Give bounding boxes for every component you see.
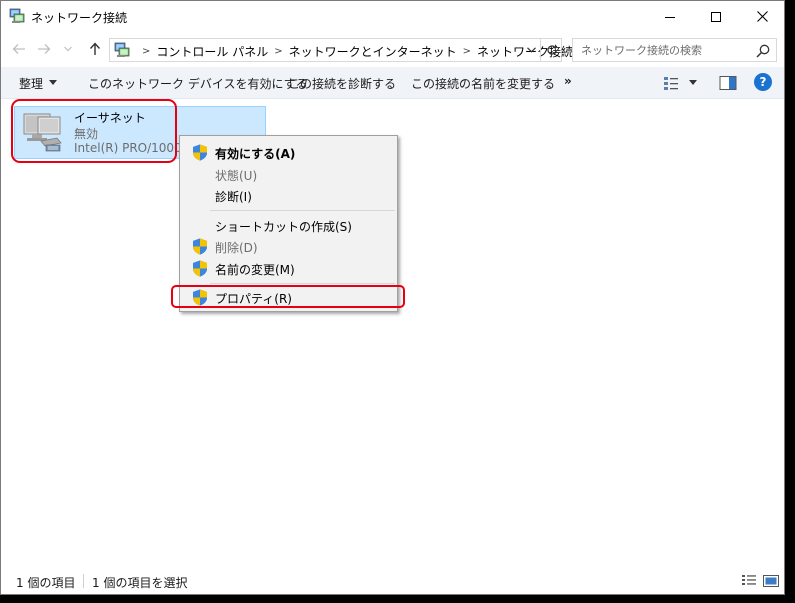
up-button[interactable]	[85, 39, 105, 59]
status-item-count: 1 個の項目	[16, 576, 76, 590]
menu-separator	[210, 283, 395, 284]
chevron-right-icon[interactable]: >	[142, 46, 150, 57]
recent-locations-button[interactable]	[61, 39, 75, 59]
status-selected-count: 1 個の項目を選択	[92, 576, 188, 590]
menu-item-create-shortcut[interactable]: ショートカットの作成(S)	[182, 214, 395, 236]
breadcrumb: > コントロール パネル > ネットワークとインターネット > ネットワーク接続	[136, 43, 573, 60]
diagnose-connection-button[interactable]: この接続を診断する	[288, 75, 396, 92]
menu-item-enable[interactable]: 有効にする(A)	[182, 141, 395, 163]
navigation-bar: > コントロール パネル > ネットワークとインターネット > ネットワーク接続	[1, 34, 784, 64]
minimize-icon	[665, 16, 675, 18]
enable-device-button[interactable]: このネットワーク デバイスを有効にする	[88, 75, 308, 92]
network-connections-icon	[9, 8, 25, 23]
item-status: 無効	[74, 127, 99, 141]
chevron-down-icon	[64, 46, 72, 52]
refresh-icon	[546, 44, 557, 55]
breadcrumb-network-internet[interactable]: ネットワークとインターネット	[289, 43, 457, 60]
search-input[interactable]	[573, 39, 751, 61]
menu-item-label: 削除(D)	[215, 241, 258, 255]
view-options-icon[interactable]	[663, 75, 679, 91]
preview-pane-icon[interactable]	[719, 75, 737, 91]
arrow-left-icon	[12, 44, 25, 54]
back-button[interactable]	[9, 39, 29, 59]
chevron-down-icon	[526, 47, 536, 53]
menu-item-rename[interactable]: 名前の変更(M)	[182, 257, 395, 279]
address-dropdown-button[interactable]	[520, 39, 542, 61]
rename-connection-button[interactable]: この接続の名前を変更する	[411, 75, 555, 92]
uac-shield-icon	[193, 144, 207, 161]
uac-shield-icon	[193, 260, 207, 277]
menu-item-label: 名前の変更(M)	[215, 263, 295, 277]
uac-shield-icon	[193, 238, 207, 255]
address-bar[interactable]: > コントロール パネル > ネットワークとインターネット > ネットワーク接続	[109, 38, 573, 62]
menu-item-label: ショートカットの作成(S)	[215, 220, 352, 234]
forward-button[interactable]	[34, 39, 54, 59]
more-commands-button[interactable]: »	[564, 74, 572, 88]
ethernet-adapter-icon	[23, 113, 62, 152]
command-bar: 整理 このネットワーク デバイスを有効にする この接続を診断する この接続の名前…	[1, 67, 784, 99]
chevron-right-icon[interactable]: >	[274, 46, 282, 57]
menu-item-diagnose[interactable]: 診断(I)	[182, 184, 395, 206]
maximize-button[interactable]	[693, 1, 739, 32]
menu-item-label: 状態(U)	[215, 169, 258, 183]
uac-shield-icon	[193, 289, 207, 306]
breadcrumb-control-panel[interactable]: コントロール パネル	[156, 43, 268, 60]
window-title: ネットワーク接続	[31, 11, 128, 25]
close-button[interactable]	[739, 1, 785, 32]
menu-item-properties[interactable]: プロパティ(R)	[182, 286, 395, 308]
arrow-right-icon	[38, 44, 51, 54]
organize-button[interactable]: 整理	[19, 75, 43, 92]
details-view-icon[interactable]	[741, 574, 757, 588]
explorer-window: ネットワーク接続 > コントロール パネル > ネットワークとインターネット >…	[0, 0, 785, 595]
menu-item-status[interactable]: 状態(U)	[182, 163, 395, 185]
menu-item-label: 有効にする(A)	[215, 147, 296, 161]
chevron-down-icon[interactable]	[49, 80, 57, 85]
status-bar: 1 個の項目 1 個の項目を選択	[1, 568, 784, 594]
menu-separator	[210, 210, 395, 211]
search-icon[interactable]	[755, 43, 771, 59]
arrow-up-icon	[89, 42, 101, 55]
chevron-down-icon[interactable]	[689, 80, 697, 85]
close-icon	[756, 11, 768, 22]
menu-item-delete[interactable]: 削除(D)	[182, 235, 395, 257]
menu-item-label: 診断(I)	[215, 190, 252, 204]
item-name: イーサネット	[74, 111, 146, 125]
status-divider	[83, 574, 84, 588]
large-icons-view-icon[interactable]	[763, 574, 779, 588]
title-bar[interactable]: ネットワーク接続	[1, 1, 784, 32]
context-menu: 有効にする(A) 状態(U) 診断(I) ショートカットの作成(S) 削除(D)	[179, 135, 398, 312]
refresh-button[interactable]	[540, 39, 562, 61]
minimize-button[interactable]	[647, 1, 693, 32]
network-connections-icon	[114, 42, 130, 57]
chevron-right-icon[interactable]: >	[463, 46, 471, 57]
maximize-icon	[711, 11, 721, 22]
help-button[interactable]: ?	[754, 73, 772, 91]
search-box[interactable]	[572, 38, 777, 62]
menu-item-label: プロパティ(R)	[215, 292, 292, 306]
